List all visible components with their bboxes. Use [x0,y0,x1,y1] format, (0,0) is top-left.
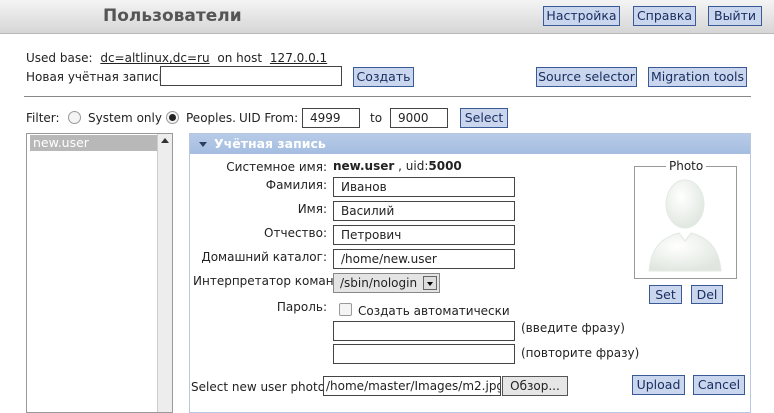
shell-value: /sbin/nologin [340,276,418,290]
patronymic-input[interactable]: Петрович [333,225,515,245]
system-only-label: System only [88,111,162,125]
uid-to-input[interactable]: 9000 [390,108,448,128]
used-base-info: Used base: dc=altlinux,dc=ru on host 127… [26,51,327,65]
settings-button[interactable]: Настройка [543,6,620,26]
enter-phrase-hint: (введите фразу) [521,321,625,335]
scroll-up-icon[interactable] [161,138,169,143]
system-name-label: Системное имя: [226,160,327,174]
help-button[interactable]: Справка [633,6,696,26]
system-name: new.user [333,159,395,173]
user-list[interactable]: new.user [26,133,173,413]
password-repeat-input[interactable] [333,344,515,364]
collapse-triangle-icon[interactable] [199,142,207,147]
password-label: Пароль: [276,300,327,314]
repeat-phrase-hint: (повторите фразу) [521,346,640,360]
app-header: Пользователи Настройка Справка Выйти [0,0,774,34]
page-title: Пользователи [103,6,242,26]
photo-frame [634,166,737,279]
peoples-label: Peoples. [186,111,236,125]
new-photo-label: Select new user photo: [191,380,330,394]
new-account-input[interactable] [160,66,342,86]
patronymic-label: Отчество: [264,226,327,240]
user-list-item[interactable]: new.user [30,135,157,151]
create-button[interactable]: Создать [353,67,414,87]
photo-path-input[interactable]: /home/master/Images/m2.jpg [323,376,501,396]
divider [24,96,751,97]
select-button[interactable]: Select [460,108,508,128]
uid-from-label: UID From: [239,111,299,125]
source-selector-button[interactable]: Source selector [536,67,637,87]
on-host-label: on host [217,51,263,65]
photo-del-button[interactable]: Del [691,285,723,304]
account-panel-header[interactable]: Учётная запись [190,134,750,154]
upload-button[interactable]: Upload [632,375,685,395]
browse-button[interactable]: Обзор... [502,376,568,396]
auto-create-checkbox[interactable] [339,303,352,316]
new-account-label: Новая учётная запись: [26,70,170,84]
photo-set-button[interactable]: Set [649,285,682,304]
surname-input[interactable]: Иванов [333,177,515,197]
system-name-value: new.user , uid:5000 [333,159,462,173]
shell-label: Интерпретатор команд: [193,274,346,288]
photo-label: Photo [666,159,707,173]
home-dir-label: Домашний каталог: [201,250,327,264]
logout-button[interactable]: Выйти [708,6,762,26]
base-dn-link[interactable]: dc=altlinux,dc=ru [100,51,209,65]
host-link[interactable]: 127.0.0.1 [270,51,327,65]
name-input[interactable]: Василий [333,201,515,221]
peoples-radio[interactable] [166,111,179,124]
chevron-down-icon[interactable] [423,276,437,290]
home-dir-input[interactable]: /home/new.user [333,249,515,269]
used-base-label: Used base: [26,51,93,65]
shell-select[interactable]: /sbin/nologin [333,273,440,293]
auto-create-label: Создать автоматически [358,304,510,318]
uid-from-input[interactable]: 4999 [302,108,360,128]
uid-label: , uid: [398,159,429,173]
surname-label: Фамилия: [265,178,327,192]
user-avatar-icon [648,179,722,272]
migration-tools-button[interactable]: Migration tools [648,67,747,87]
filter-label: Filter: [26,111,60,125]
uid-value: 5000 [428,159,462,173]
password-input[interactable] [333,321,515,341]
system-only-radio[interactable] [68,111,81,124]
name-label: Имя: [297,202,327,216]
cancel-button[interactable]: Cancel [693,375,745,395]
user-list-scrollbar[interactable] [157,134,172,412]
uid-to-label: to [370,111,383,125]
account-panel-title: Учётная запись [214,136,326,151]
